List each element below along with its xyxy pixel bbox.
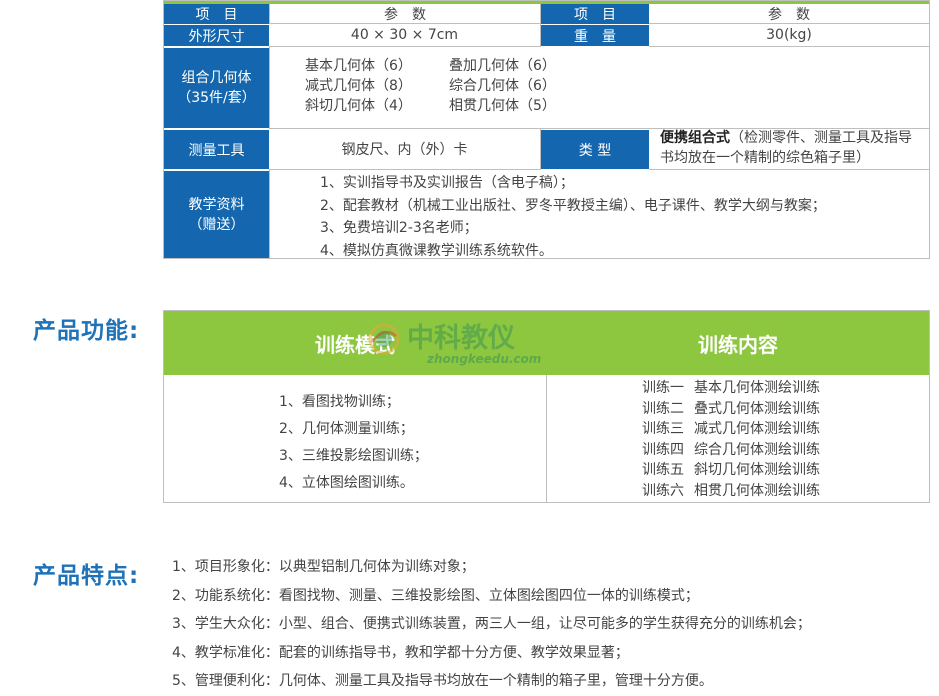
list-item: 训练二 叠式几何体测绘训练: [642, 399, 820, 420]
type-label: 类 型: [541, 130, 649, 169]
list-item: 训练四 综合几何体测绘训练: [642, 440, 820, 461]
list-item: 2、功能系统化：看图找物、测量、三维投影绘图、立体图绘图四位一体的训练模式；: [172, 587, 699, 604]
shape-item: 斜切几何体（4）: [305, 98, 412, 114]
shape-item: 基本几何体（6）: [305, 58, 412, 74]
content-name: 斜切几何体测绘训练: [694, 462, 820, 478]
content-name: 减式几何体测绘训练: [694, 421, 820, 437]
shape-item: 减式几何体（8）: [305, 78, 412, 94]
content-num: 训练三: [642, 421, 684, 437]
list-item: 减式几何体（8） 综合几何体（6）: [305, 76, 556, 96]
content-name: 基本几何体测绘训练: [694, 380, 820, 396]
list-item: 基本几何体（6） 叠加几何体（6）: [305, 56, 556, 76]
list-item: 训练三 减式几何体测绘训练: [642, 419, 820, 440]
list-item: 3、免费培训2-3名老师；: [320, 220, 478, 236]
list-item: 训练一 基本几何体测绘训练: [642, 378, 820, 399]
content-num: 训练六: [642, 482, 684, 499]
functions-col2-header: 训练内容: [698, 332, 778, 357]
list-item: 4、教学标准化：配套的训练指导书，教和学都十分方便、教学效果显著；: [172, 644, 629, 661]
type-value: 便携组合式（检测零件、测量工具及指导书均放在一个精制的综色箱子里）: [660, 128, 925, 168]
size-label: 外形尺寸: [164, 25, 269, 46]
weight-value: 30(kg): [649, 24, 929, 47]
content-name: 叠式几何体测绘训练: [694, 400, 820, 417]
shape-item: 综合几何体（6）: [449, 78, 556, 94]
shapes-label-line2: （35件/套）: [177, 90, 256, 106]
modes-list: 1、看图找物训练； 2、几何体测量训练； 3、三维投影绘图训练； 4、立体图绘图…: [279, 389, 428, 497]
header-item-2: 项 目: [541, 4, 649, 24]
list-item: 2、几何体测量训练；: [279, 421, 414, 437]
weight-label: 重 量: [541, 25, 649, 46]
content-num: 训练四: [642, 441, 684, 458]
list-item: 2、配套教材（机械工业出版社、罗冬平教授主编）、电子课件、教学大纲与教案；: [320, 197, 826, 214]
tools-label: 测量工具: [164, 130, 269, 169]
content-num: 训练二: [642, 400, 684, 417]
shape-item: 相贯几何体（5）: [449, 98, 556, 114]
functions-title: 产品功能:: [33, 318, 140, 344]
functions-col1-header: 训练模式: [315, 332, 395, 357]
list-item: 1、看图找物训练；: [279, 394, 400, 410]
list-item: 斜切几何体（4） 相贯几何体（5）: [305, 96, 556, 116]
shape-item: 叠加几何体（6）: [449, 58, 556, 74]
shapes-label-line1: 组合几何体: [181, 70, 252, 86]
column-divider: [546, 375, 547, 503]
functions-table: 训练模式 训练内容 1、看图找物训练； 2、几何体测量训练； 3、三维投影绘图训…: [163, 310, 930, 503]
resources-label: 教学资料 （赠送）: [164, 171, 269, 258]
list-item: 训练五 斜切几何体测绘训练: [642, 460, 820, 481]
content-name: 综合几何体测绘训练: [694, 441, 820, 458]
shapes-list: 基本几何体（6） 叠加几何体（6） 减式几何体（8） 综合几何体（6） 斜切几何…: [305, 56, 556, 116]
list-item: 3、三维投影绘图训练；: [279, 448, 428, 464]
content-num: 训练五: [642, 462, 684, 478]
resources-list: 1、实训指导书及实训报告（含电子稿）； 2、配套教材（机械工业出版社、罗冬平教授…: [320, 172, 826, 262]
content-num: 训练一: [642, 380, 684, 396]
list-item: 4、立体图绘图训练。: [279, 475, 414, 491]
list-item: 5、管理便利化：几何体、测量工具及指导书均放在一个精制的箱子里，管理十分方便。: [172, 673, 713, 689]
contents-list: 训练一 基本几何体测绘训练 训练二 叠式几何体测绘训练 训练三 减式几何体测绘训练 训…: [642, 378, 820, 501]
list-item: 训练六 相贯几何体测绘训练: [642, 481, 820, 502]
resources-label-line2: （赠送）: [188, 216, 245, 233]
shapes-label: 组合几何体 （35件/套）: [164, 48, 269, 128]
list-item: 3、学生大众化：小型、组合、便携式训练装置，两三人一组，让尽可能多的学生获得充分…: [172, 616, 811, 632]
tools-value: 钢皮尺、内（外）卡: [269, 129, 541, 170]
header-item-1: 项 目: [164, 4, 269, 24]
features-list: 1、项目形象化：以典型铝制几何体为训练对象； 2、功能系统化：看图找物、测量、三…: [172, 553, 811, 696]
size-value: 40 × 30 × 7cm: [269, 24, 541, 47]
header-param-1: 参 数: [269, 4, 541, 24]
resources-label-line1: 教学资料: [188, 196, 245, 213]
list-item: 1、实训指导书及实训报告（含电子稿）；: [320, 175, 574, 191]
content-name: 相贯几何体测绘训练: [694, 482, 820, 499]
list-item: 4、模拟仿真微课教学训练系统软件。: [320, 242, 553, 259]
header-param-2: 参 数: [649, 4, 929, 24]
type-value-bold: 便携组合式: [660, 130, 730, 146]
features-title: 产品特点:: [33, 563, 140, 589]
list-item: 1、项目形象化：以典型铝制几何体为训练对象；: [172, 559, 475, 575]
